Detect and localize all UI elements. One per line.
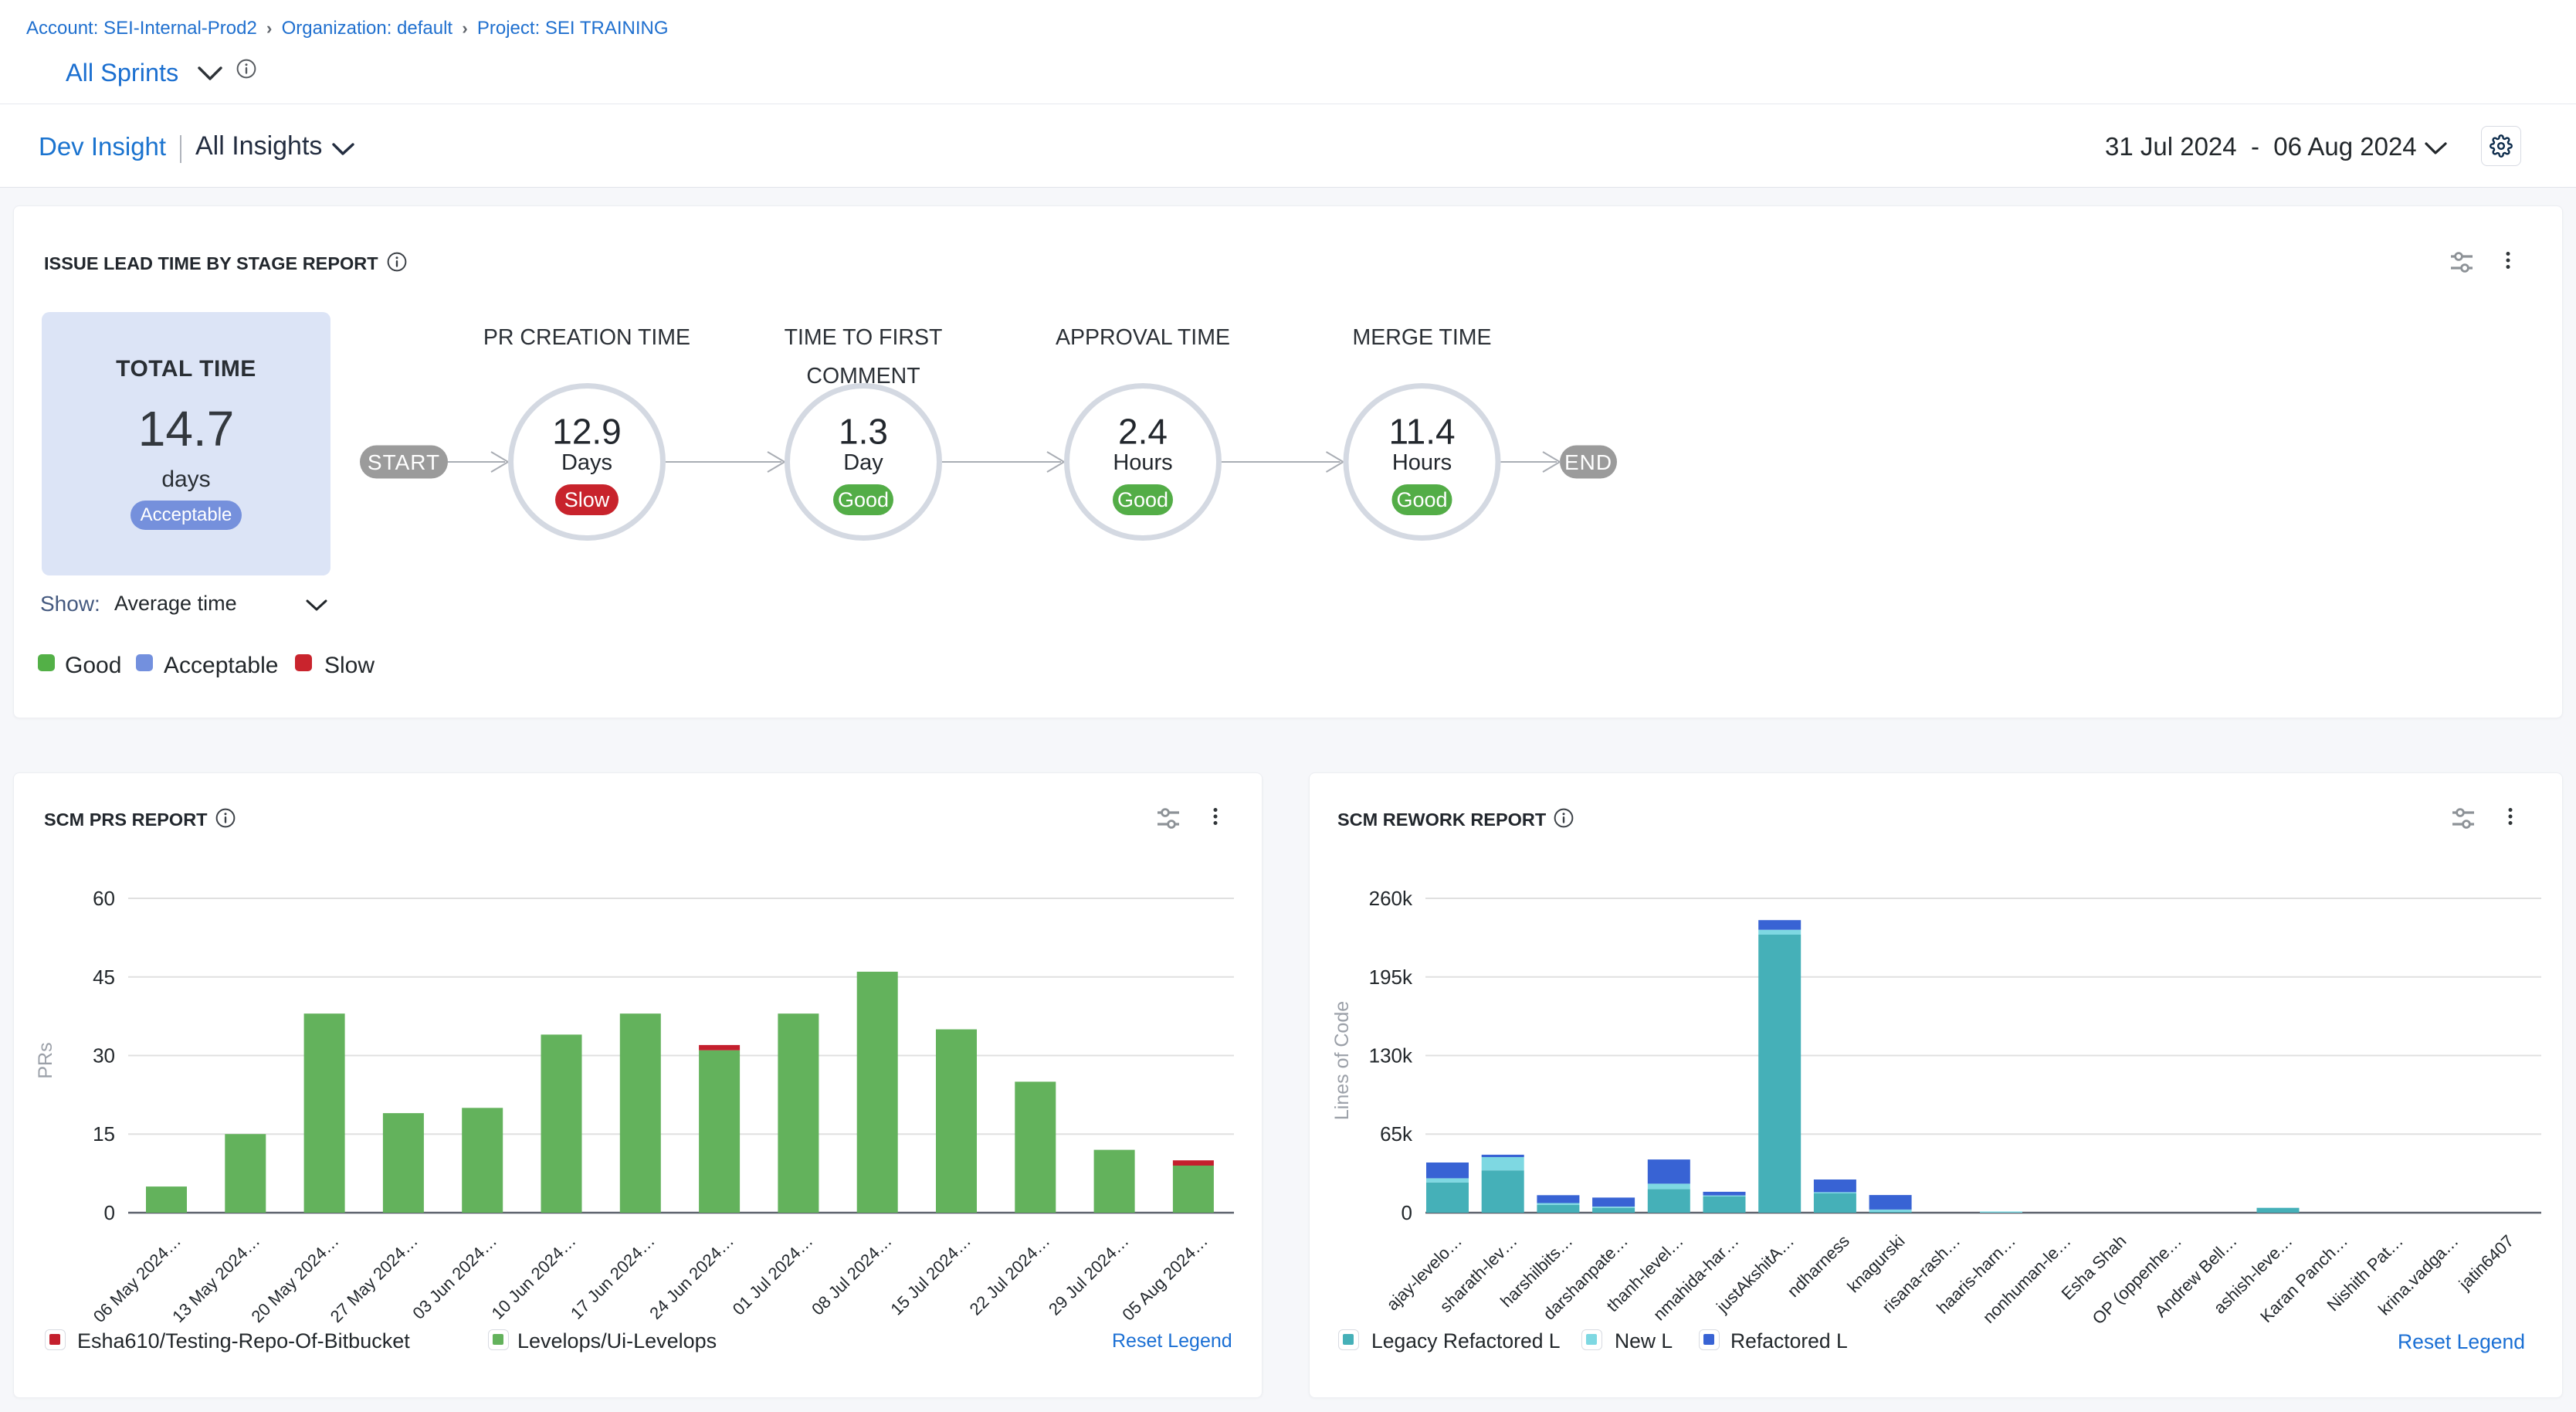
svg-text:22 Jul 2024…: 22 Jul 2024…	[966, 1231, 1054, 1319]
svg-text:PR CREATION TIME: PR CREATION TIME	[483, 325, 690, 350]
svg-text:Day: Day	[843, 450, 883, 475]
svg-text:15 Jul 2024…: 15 Jul 2024…	[886, 1231, 974, 1319]
svg-text:Hours: Hours	[1113, 450, 1172, 475]
svg-text:Lines of Code: Lines of Code	[1331, 1001, 1353, 1120]
svg-text:Good: Good	[1396, 488, 1447, 511]
svg-text:START: START	[368, 450, 440, 474]
svg-text:45: 45	[93, 966, 115, 989]
svg-text:0: 0	[104, 1201, 115, 1224]
svg-text:08 Jul 2024…: 08 Jul 2024…	[808, 1231, 896, 1319]
svg-text:195k: 195k	[1369, 966, 1413, 989]
svg-text:APPROVAL TIME: APPROVAL TIME	[1056, 325, 1230, 350]
svg-text:17 Jun 2024…: 17 Jun 2024…	[567, 1231, 659, 1323]
svg-text:60: 60	[93, 887, 115, 910]
svg-text:TIME TO FIRST: TIME TO FIRST	[785, 325, 943, 350]
svg-text:260k: 260k	[1369, 887, 1413, 910]
svg-text:65k: 65k	[1380, 1122, 1413, 1146]
svg-text:Good: Good	[838, 488, 889, 511]
svg-text:Hours: Hours	[1392, 450, 1452, 475]
svg-text:11.4: 11.4	[1388, 412, 1455, 452]
svg-text:05 Aug 2024…: 05 Aug 2024…	[1118, 1231, 1212, 1325]
svg-text:24 Jun 2024…: 24 Jun 2024…	[646, 1231, 737, 1323]
svg-text:12.9: 12.9	[552, 412, 622, 452]
svg-text:01 Jul 2024…: 01 Jul 2024…	[729, 1231, 817, 1319]
svg-text:1.3: 1.3	[839, 412, 888, 452]
svg-text:Slow: Slow	[564, 488, 610, 511]
svg-text:03 Jun 2024…: 03 Jun 2024…	[408, 1231, 500, 1323]
svg-text:29 Jul 2024…: 29 Jul 2024…	[1045, 1231, 1133, 1319]
svg-text:2.4: 2.4	[1118, 412, 1168, 452]
svg-text:30: 30	[93, 1044, 115, 1067]
svg-text:130k: 130k	[1369, 1044, 1413, 1067]
svg-text:jatin6407: jatin6407	[2455, 1231, 2518, 1295]
svg-text:END: END	[1564, 450, 1612, 474]
svg-text:MERGE TIME: MERGE TIME	[1353, 325, 1492, 350]
svg-text:15: 15	[93, 1122, 115, 1146]
svg-text:10 Jun 2024…: 10 Jun 2024…	[488, 1231, 580, 1323]
svg-text:Good: Good	[1117, 488, 1168, 511]
svg-text:Days: Days	[561, 450, 612, 475]
svg-text:PRs: PRs	[35, 1042, 56, 1078]
svg-text:0: 0	[1402, 1201, 1412, 1224]
